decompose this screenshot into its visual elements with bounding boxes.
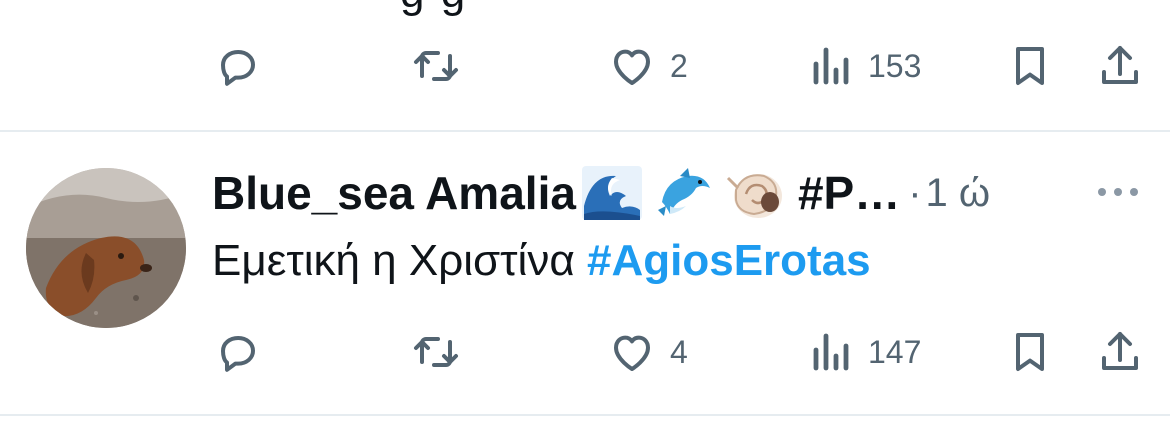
timestamp[interactable]: 1 ώ <box>926 171 991 216</box>
hashtag-link[interactable]: #AgiosErotas <box>587 236 871 285</box>
views-button[interactable]: 147 <box>808 322 921 382</box>
bookmark-icon <box>1016 333 1044 371</box>
like-icon <box>614 49 650 85</box>
avatar[interactable] <box>26 168 186 328</box>
like-button[interactable]: 4 <box>608 322 688 382</box>
views-count: 147 <box>868 334 922 370</box>
bookmark-button[interactable] <box>1006 322 1054 382</box>
retweet-icon <box>414 51 458 81</box>
reply-button[interactable] <box>214 36 276 96</box>
spiral-shell-emoji <box>726 174 782 218</box>
tweet-actions: 4 147 <box>0 322 1170 382</box>
share-icon <box>1102 332 1138 370</box>
tweet-divider <box>0 414 1170 416</box>
like-count: 4 <box>670 334 688 370</box>
retweet-button[interactable] <box>410 322 476 382</box>
tweet-text: Εμετική η Χριστίνα #AgiosErotas <box>212 236 871 286</box>
views-count: 153 <box>868 48 922 84</box>
previous-tweet-actions: 2 153 <box>0 36 1170 96</box>
previous-tweet-text: g g <box>400 0 467 17</box>
views-button[interactable]: 153 <box>808 36 921 96</box>
tweet-header: Blue_sea Amalia #P… · 1 ώ <box>212 163 990 223</box>
reply-icon <box>221 336 255 372</box>
bookmark-button[interactable] <box>1006 36 1054 96</box>
views-icon <box>813 333 849 371</box>
dolphin-emoji <box>657 168 710 216</box>
time-separator: · <box>908 170 922 215</box>
retweet-icon <box>414 337 458 367</box>
share-icon <box>1102 46 1138 84</box>
share-button[interactable] <box>1096 36 1144 96</box>
share-button[interactable] <box>1096 322 1144 382</box>
bookmark-icon <box>1016 47 1044 85</box>
tweet-body: Εμετική η Χριστίνα <box>212 236 587 285</box>
retweet-button[interactable] <box>410 36 476 96</box>
reply-icon <box>221 50 255 86</box>
like-icon <box>614 335 650 371</box>
more-icon[interactable] <box>1096 186 1140 198</box>
avatar-image <box>26 168 186 328</box>
author-hashtag: #P… <box>797 167 901 219</box>
like-button[interactable]: 2 <box>608 36 688 96</box>
reply-button[interactable] <box>214 322 276 382</box>
like-count: 2 <box>670 48 688 84</box>
water-wave-emoji <box>581 166 642 220</box>
tweet-divider <box>0 130 1170 132</box>
author-name[interactable]: Blue_sea Amalia <box>212 166 576 220</box>
views-icon <box>813 47 849 85</box>
